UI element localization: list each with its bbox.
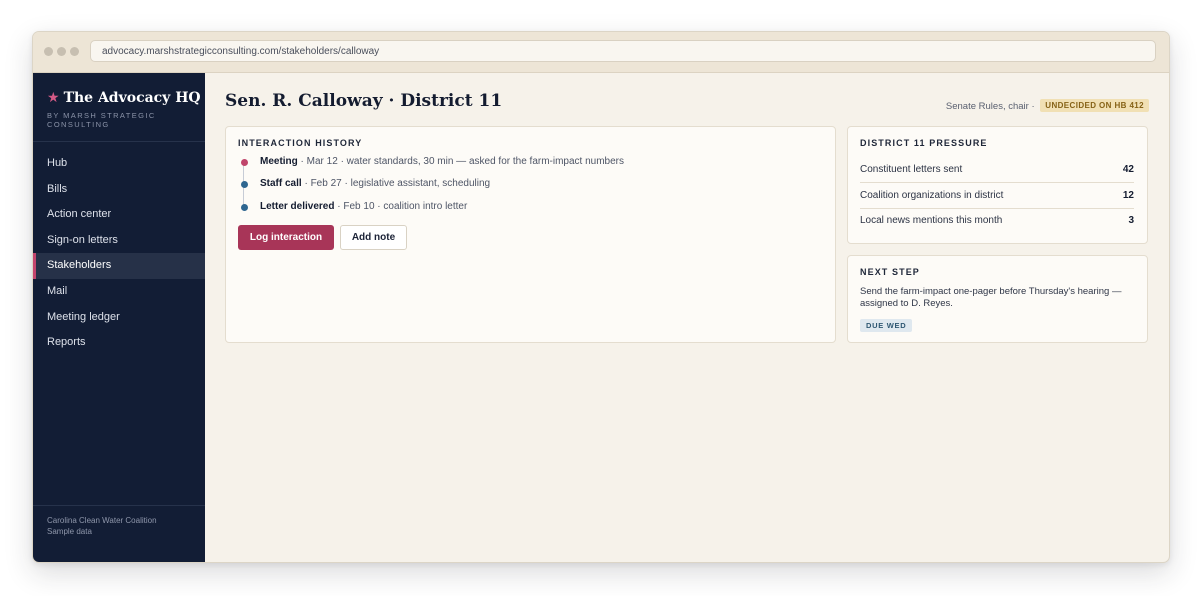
brand-name: The Advocacy HQ	[63, 90, 201, 106]
metric-value: 12	[1122, 190, 1134, 201]
next-step-text: Send the farm-impact one-pager before Th…	[860, 286, 1122, 309]
metric-label: Constituent letters sent	[860, 164, 963, 175]
brand-title: ★ The Advocacy HQ	[47, 90, 201, 106]
sidebar-item-action-center[interactable]: Action center	[33, 202, 205, 228]
address-bar[interactable]: advocacy.marshstrategicconsulting.com/st…	[90, 40, 1156, 62]
window-close-dot[interactable]	[44, 47, 53, 56]
sidebar-item-sign-on-letters[interactable]: Sign-on letters	[33, 228, 205, 254]
district-pressure-label: District 11 Pressure	[860, 138, 988, 148]
interaction-detail: · Feb 10 · coalition intro letter	[334, 201, 468, 212]
interaction-history-card: Interaction History Meeting · Mar 12 · w…	[225, 126, 836, 343]
sidebar-item-stakeholders[interactable]: Stakeholders	[33, 253, 205, 279]
metric-row: Constituent letters sent 42	[860, 157, 1134, 183]
metric-label: Coalition organizations in district	[860, 190, 1004, 201]
metric-label: Local news mentions this month	[860, 215, 1003, 226]
timeline-dot-meeting	[241, 159, 248, 166]
sidebar-item-bills[interactable]: Bills	[33, 177, 205, 203]
footer-sample-note: Sample data	[47, 526, 92, 536]
stakeholder-meta: Senate Rules, chair · UNDECIDED ON HB 41…	[946, 99, 1149, 112]
next-step-label: Next Step	[860, 267, 920, 277]
brand-subtitle: By Marsh Strategic Consulting	[47, 111, 156, 129]
district-pressure-card: District 11 Pressure Constituent letters…	[847, 126, 1148, 244]
add-note-button[interactable]: Add note	[340, 225, 407, 250]
page-title: Sen. R. Calloway · District 11	[225, 91, 503, 111]
interaction-type: Meeting	[260, 156, 298, 167]
timeline-dot-letter	[241, 204, 248, 211]
sidebar-item-mail[interactable]: Mail	[33, 279, 205, 305]
metric-value: 3	[1128, 215, 1134, 226]
interaction-type: Staff call	[260, 178, 302, 189]
main-content: Sen. R. Calloway · District 11 Senate Ru…	[205, 73, 1169, 562]
metric-row: Coalition organizations in district 12	[860, 183, 1134, 209]
sidebar-footer: Carolina Clean Water Coalition Sample da…	[47, 516, 157, 537]
log-interaction-button[interactable]: Log interaction	[238, 225, 334, 250]
star-icon: ★	[47, 90, 60, 106]
timeline-dot-staff-call	[241, 181, 248, 188]
brand[interactable]: ★ The Advocacy HQ By Marsh Strategic Cons…	[47, 90, 201, 129]
sidebar-divider	[33, 141, 205, 142]
sidebar-footer-divider	[33, 505, 205, 506]
next-step-card: Next Step Send the farm-impact one-pager…	[847, 255, 1148, 343]
window-zoom-dot[interactable]	[70, 47, 79, 56]
stakeholder-role: Senate Rules, chair ·	[945, 101, 1035, 112]
interaction-history-label: Interaction History	[238, 138, 363, 148]
sidebar-item-reports[interactable]: Reports	[33, 330, 205, 356]
footer-org-name: Carolina Clean Water Coalition	[47, 516, 157, 525]
status-badge: UNDECIDED ON HB 412	[1040, 99, 1149, 112]
browser-titlebar: advocacy.marshstrategicconsulting.com/st…	[33, 32, 1169, 73]
due-badge: Due Wed	[860, 319, 913, 332]
timeline-text: Letter delivered · Feb 10 · coalition in…	[260, 201, 467, 212]
sidebar: ★ The Advocacy HQ By Marsh Strategic Cons…	[33, 73, 205, 562]
interaction-type: Letter delivered	[260, 201, 335, 212]
timeline-text: Staff call · Feb 27 · legislative assist…	[260, 178, 490, 189]
browser-window: advocacy.marshstrategicconsulting.com/st…	[32, 31, 1170, 563]
metric-row: Local news mentions this month 3	[860, 208, 1134, 233]
interaction-detail: · Mar 12 · water standards, 30 min — ask…	[297, 156, 625, 167]
interaction-detail: · Feb 27 · legislative assistant, schedu…	[301, 178, 491, 189]
metric-value: 42	[1122, 164, 1134, 175]
sidebar-item-hub[interactable]: Hub	[33, 151, 205, 177]
sidebar-nav: Hub Bills Action center Sign-on letters …	[33, 151, 205, 356]
window-minimize-dot[interactable]	[57, 47, 66, 56]
sidebar-item-meeting-ledger[interactable]: Meeting ledger	[33, 305, 205, 331]
timeline-text: Meeting · Mar 12 · water standards, 30 m…	[260, 156, 624, 167]
